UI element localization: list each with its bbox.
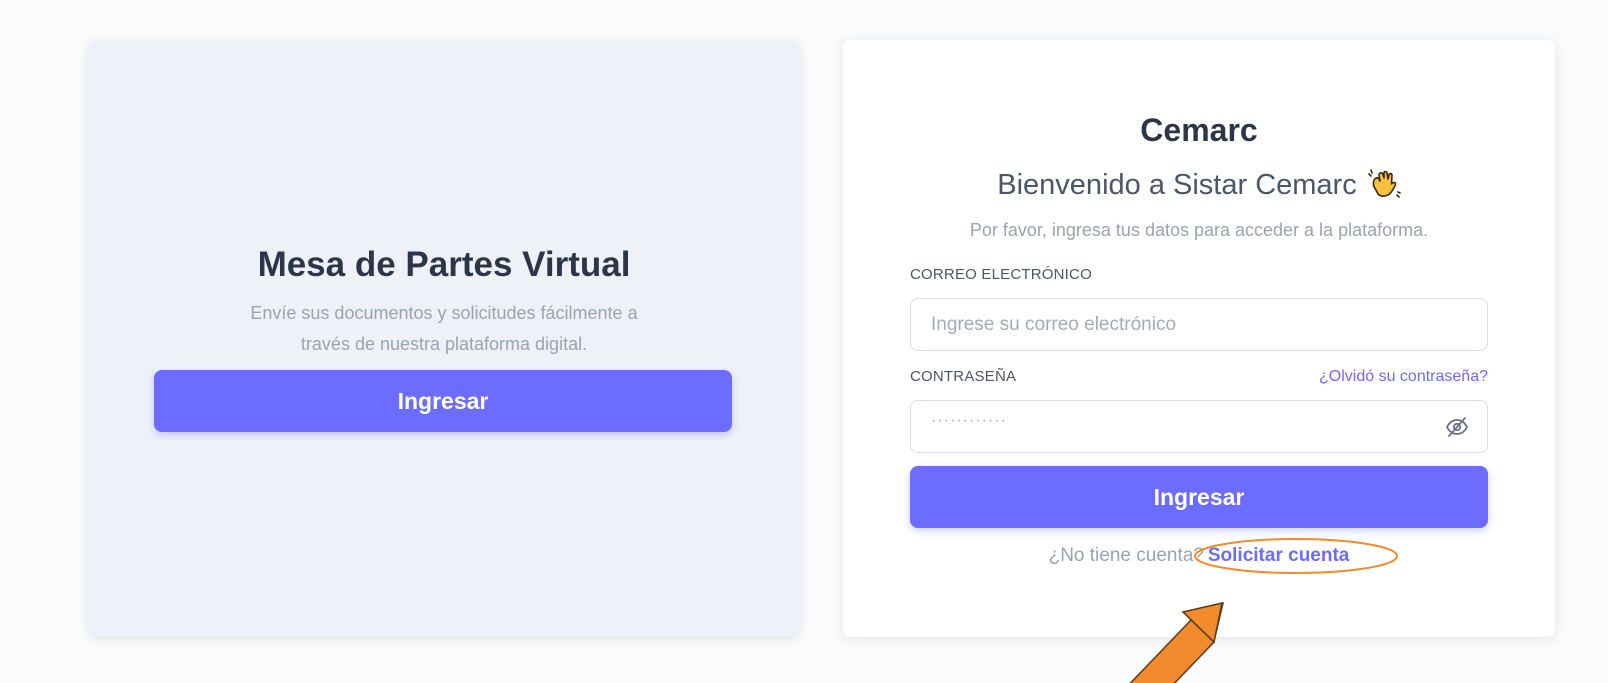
waving-hand-icon: [1367, 169, 1401, 198]
email-label: CORREO ELECTRÓNICO: [910, 266, 1092, 283]
welcome-text: Bienvenido a Sistar Cemarc: [997, 168, 1357, 201]
password-field[interactable]: ············: [910, 400, 1488, 453]
no-account-text: ¿No tiene cuenta?: [1048, 545, 1204, 566]
password-label: CONTRASEÑA: [910, 368, 1017, 385]
virtual-desk-description: Envíe sus documentos y solicitudes fácil…: [250, 303, 638, 354]
virtual-desk-enter-button[interactable]: Ingresar: [154, 370, 732, 432]
eye-off-icon[interactable]: [1445, 416, 1469, 438]
login-card: Cemarc Bienvenido a Sistar Cemarc Por fa…: [843, 40, 1555, 637]
login-subtitle: Por favor, ingresa tus datos para accede…: [969, 220, 1429, 240]
password-mask: ············: [931, 412, 1007, 429]
signup-prompt: ¿No tiene cuenta? Solicitar cuenta: [843, 545, 1555, 567]
page: Mesa de Partes Virtual Envíe sus documen…: [0, 0, 1608, 683]
login-submit-button[interactable]: Ingresar: [910, 466, 1488, 528]
welcome-heading: Bienvenido a Sistar Cemarc: [843, 168, 1555, 202]
forgot-password-link[interactable]: ¿Olvidó su contraseña?: [1319, 368, 1488, 386]
virtual-desk-card: Mesa de Partes Virtual Envíe sus documen…: [88, 40, 800, 637]
email-field[interactable]: [910, 298, 1488, 351]
virtual-desk-title: Mesa de Partes Virtual: [257, 245, 631, 284]
request-account-link[interactable]: Solicitar cuenta: [1208, 545, 1350, 566]
brand-title: Cemarc: [1140, 112, 1258, 148]
